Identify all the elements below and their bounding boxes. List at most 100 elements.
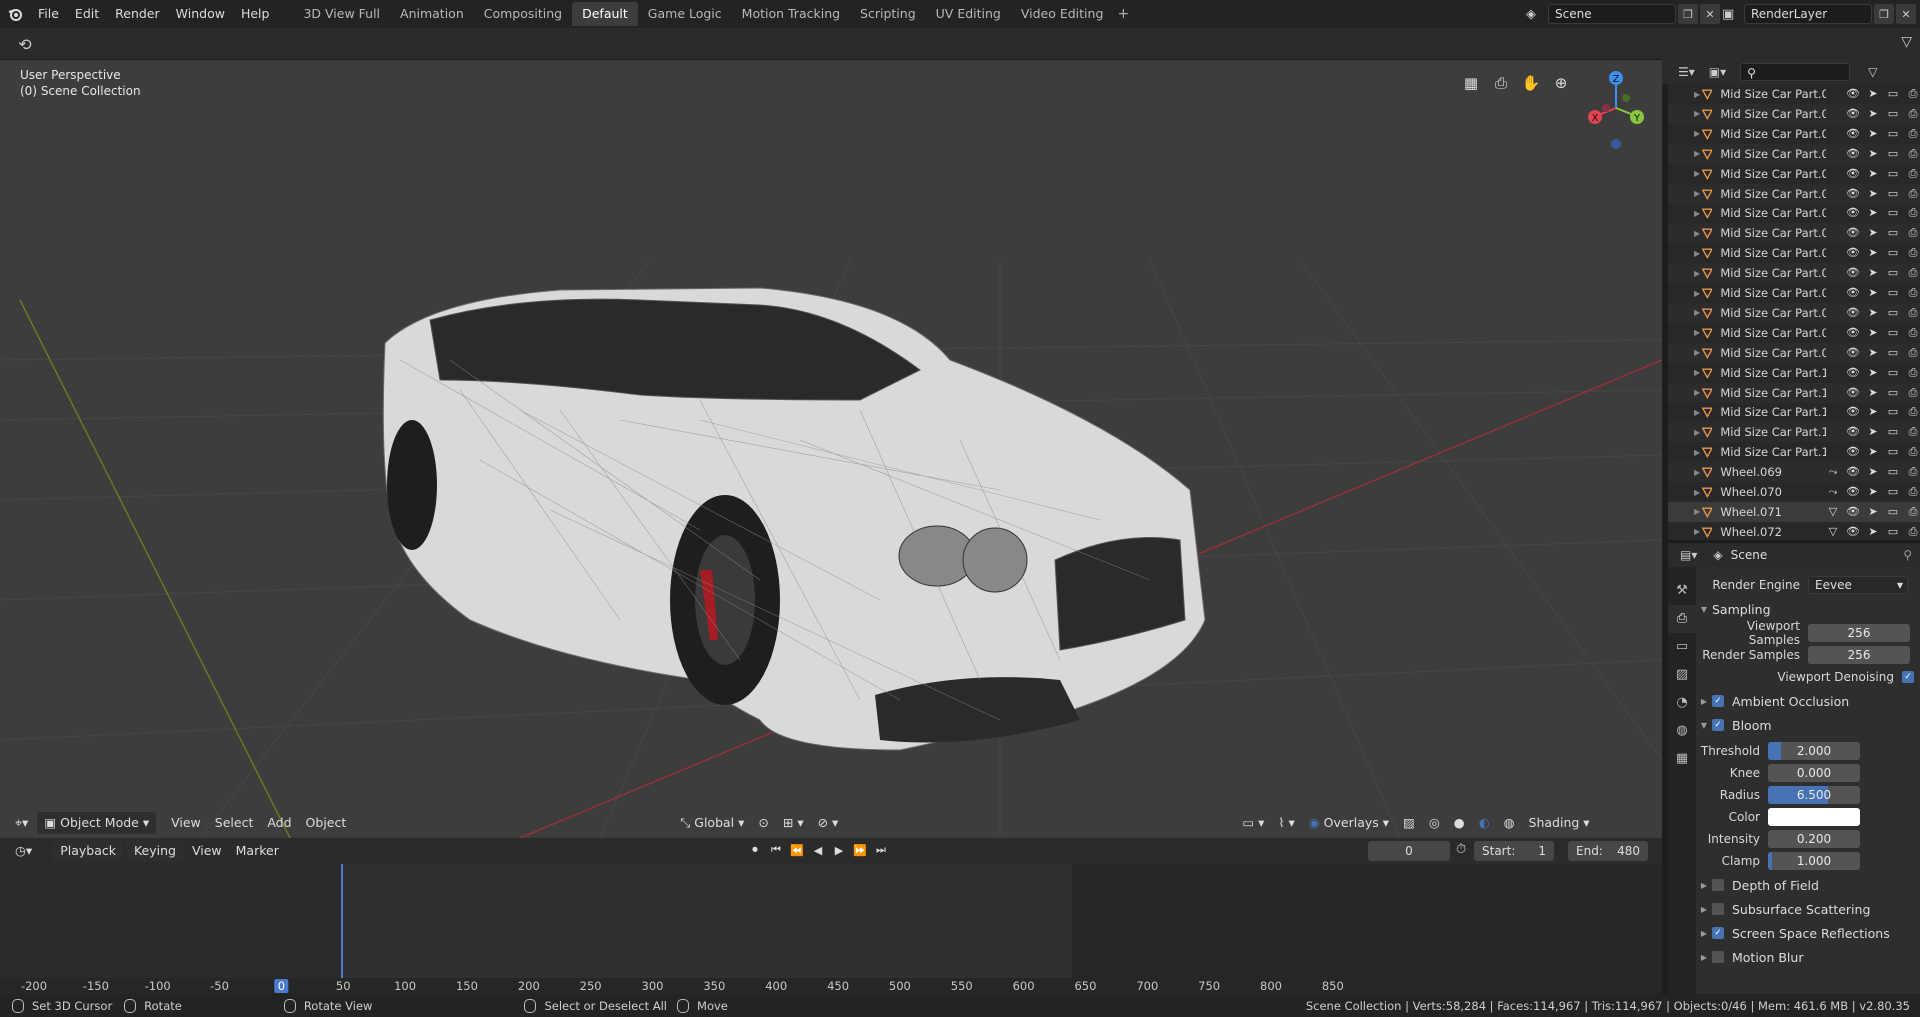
render-camera-icon[interactable]: ⎙ — [1906, 147, 1920, 161]
solid-shading-icon[interactable]: ● — [1447, 812, 1472, 834]
render-camera-icon[interactable]: ⎙ — [1906, 386, 1920, 400]
viewport-menu-add[interactable]: Add — [260, 812, 298, 834]
expand-arrow-icon[interactable]: ▶ — [1694, 388, 1702, 397]
selectable-cursor-icon[interactable]: ➤ — [1866, 127, 1880, 141]
render-camera-icon[interactable]: ⎙ — [1906, 246, 1920, 260]
render-camera-icon[interactable]: ⎙ — [1906, 87, 1920, 101]
visibility-eye-icon[interactable]: 👁 — [1846, 465, 1860, 479]
visibility-eye-icon[interactable]: 👁 — [1846, 405, 1860, 419]
render-camera-icon[interactable]: ⎙ — [1906, 286, 1920, 300]
blender-logo-icon[interactable] — [0, 0, 30, 28]
render-tab-icon[interactable]: ⎙ — [1668, 605, 1696, 633]
render-camera-icon[interactable]: ⎙ — [1906, 266, 1920, 280]
current-frame-field[interactable]: 0 — [1368, 841, 1450, 861]
expand-arrow-icon[interactable]: ▶ — [1694, 408, 1702, 417]
step-back-icon[interactable]: ⏪ — [788, 840, 806, 860]
tab-scripting[interactable]: Scripting — [850, 2, 926, 26]
wireframe-shading-icon[interactable]: ◎ — [1422, 812, 1447, 834]
render-engine-dropdown[interactable]: Eevee ▾ — [1808, 576, 1908, 594]
outliner-row[interactable]: ▶ Mid Size Car Part.06 👁 ➤ ▭ ⎙ — [1668, 263, 1920, 284]
mesh-data-icon[interactable]: ▽ — [1826, 525, 1840, 539]
outliner-row[interactable]: ▶ Wheel.069 ⤳ 👁 ➤ ▭ ⎙ — [1668, 462, 1920, 483]
jump-end-icon[interactable]: ⏭ — [872, 840, 890, 860]
motion-blur-panel-header[interactable]: ▶ Motion Blur — [1696, 946, 1920, 968]
visibility-eye-icon[interactable]: 👁 — [1846, 425, 1860, 439]
depth-of-field-checkbox[interactable] — [1712, 879, 1724, 891]
viewport-display-icon[interactable]: ▭ — [1886, 226, 1900, 240]
viewport-display-icon[interactable]: ▭ — [1886, 485, 1900, 499]
selectable-cursor-icon[interactable]: ➤ — [1866, 505, 1880, 519]
subsurface-checkbox[interactable] — [1712, 903, 1724, 915]
outliner-row[interactable]: ▶ Mid Size Car Part.05 👁 ➤ ▭ ⎙ — [1668, 183, 1920, 204]
viewport-display-icon[interactable]: ▭ — [1886, 326, 1900, 340]
visibility-eye-icon[interactable]: 👁 — [1846, 525, 1860, 539]
clamp-slider[interactable]: 1.000 — [1768, 852, 1860, 870]
expand-arrow-icon[interactable]: ▶ — [1694, 109, 1702, 118]
visibility-eye-icon[interactable]: 👁 — [1846, 306, 1860, 320]
viewport-display-icon[interactable]: ▭ — [1886, 386, 1900, 400]
outliner-row[interactable]: ▶ Mid Size Car Part.05 👁 ➤ ▭ ⎙ — [1668, 243, 1920, 263]
outliner-editor-icon[interactable]: ☰▾ — [1678, 65, 1695, 79]
expand-arrow-icon[interactable]: ▶ — [1694, 428, 1702, 437]
visibility-eye-icon[interactable]: 👁 — [1846, 87, 1860, 101]
render-camera-icon[interactable]: ⎙ — [1906, 187, 1920, 201]
expand-arrow-icon[interactable]: ▶ — [1694, 90, 1702, 99]
ssr-checkbox[interactable]: ✓ — [1712, 927, 1724, 939]
depth-of-field-panel-header[interactable]: ▶ Depth of Field — [1696, 874, 1920, 896]
render-camera-icon[interactable]: ⎙ — [1906, 465, 1920, 479]
new-scene-icon[interactable]: ❐ — [1678, 4, 1698, 24]
output-tab-icon[interactable]: ▭ — [1668, 633, 1696, 661]
outliner-row[interactable]: ▶ Mid Size Car Part.05 👁 ➤ ▭ ⎙ — [1668, 203, 1920, 223]
outliner-row[interactable]: ▶ Wheel.070 ⤳ 👁 ➤ ▭ ⎙ — [1668, 482, 1920, 502]
render-camera-icon[interactable]: ⎙ — [1906, 366, 1920, 380]
material-shading-icon[interactable]: ◐ — [1472, 812, 1497, 834]
visibility-eye-icon[interactable]: 👁 — [1846, 286, 1860, 300]
texture-tab-icon[interactable]: ▦ — [1668, 745, 1696, 773]
expand-arrow-icon[interactable]: ▶ — [1694, 468, 1702, 477]
render-camera-icon[interactable]: ⎙ — [1906, 306, 1920, 320]
render-camera-icon[interactable]: ⎙ — [1906, 127, 1920, 141]
proportional-edit-icon[interactable]: ⊘ ▾ — [811, 812, 846, 834]
viewport-display-icon[interactable]: ▭ — [1886, 187, 1900, 201]
world-tab-icon[interactable]: ◍ — [1668, 717, 1696, 745]
3d-viewport[interactable]: User Perspective (0) Scene Collection ▦ … — [0, 60, 1662, 838]
visibility-eye-icon[interactable]: 👁 — [1846, 127, 1860, 141]
viewport-display-icon[interactable]: ▭ — [1886, 286, 1900, 300]
selectable-cursor-icon[interactable]: ➤ — [1866, 206, 1880, 220]
selectable-cursor-icon[interactable]: ➤ — [1866, 445, 1880, 459]
visibility-eye-icon[interactable]: 👁 — [1846, 107, 1860, 121]
tool-tab-icon[interactable]: ⚒ — [1668, 577, 1696, 605]
shading-dropdown[interactable]: Shading ▾ — [1522, 812, 1597, 834]
visibility-eye-icon[interactable]: 👁 — [1846, 346, 1860, 360]
add-workspace-button[interactable]: + — [1113, 6, 1133, 22]
subsurface-panel-header[interactable]: ▶ Subsurface Scattering — [1696, 898, 1920, 920]
outliner-row[interactable]: ▶ Mid Size Car Part.11 👁 ➤ ▭ ⎙ — [1668, 422, 1920, 443]
timeline-menu-view[interactable]: View — [185, 840, 229, 862]
visibility-eye-icon[interactable]: 👁 — [1846, 226, 1860, 240]
outliner-row[interactable]: ▶ Mid Size Car Part.10 👁 ➤ ▭ ⎙ — [1668, 382, 1920, 403]
selectable-cursor-icon[interactable]: ➤ — [1866, 465, 1880, 479]
preview-range-icon[interactable]: ⏱ — [1456, 842, 1466, 857]
render-camera-icon[interactable]: ⎙ — [1906, 226, 1920, 240]
selectable-cursor-icon[interactable]: ➤ — [1866, 266, 1880, 280]
selectable-cursor-icon[interactable]: ➤ — [1866, 525, 1880, 539]
tab-uv-editing[interactable]: UV Editing — [926, 2, 1011, 26]
render-camera-icon[interactable]: ⎙ — [1906, 525, 1920, 539]
render-camera-icon[interactable]: ⎙ — [1906, 346, 1920, 360]
viewport-display-icon[interactable]: ▭ — [1886, 346, 1900, 360]
selectable-cursor-icon[interactable]: ➤ — [1866, 286, 1880, 300]
viewport-display-icon[interactable]: ▭ — [1886, 425, 1900, 439]
expand-arrow-icon[interactable]: ▶ — [1694, 229, 1702, 238]
expand-arrow-icon[interactable]: ▶ — [1694, 328, 1702, 337]
render-camera-icon[interactable]: ⎙ — [1906, 405, 1920, 419]
record-icon[interactable]: ⏺ — [746, 840, 764, 860]
step-forward-icon[interactable]: ⏩ — [851, 840, 869, 860]
expand-arrow-icon[interactable]: ▶ — [1694, 149, 1702, 158]
expand-arrow-icon[interactable]: ▶ — [1694, 507, 1702, 516]
ambient-occlusion-panel-header[interactable]: ▶ ✓ Ambient Occlusion — [1696, 690, 1920, 712]
viewport-display-icon[interactable]: ▭ — [1886, 306, 1900, 320]
expand-arrow-icon[interactable]: ▶ — [1694, 488, 1702, 497]
visibility-eye-icon[interactable]: 👁 — [1846, 326, 1860, 340]
tab-motion-tracking[interactable]: Motion Tracking — [732, 2, 850, 26]
expand-arrow-icon[interactable]: ▶ — [1694, 129, 1702, 138]
